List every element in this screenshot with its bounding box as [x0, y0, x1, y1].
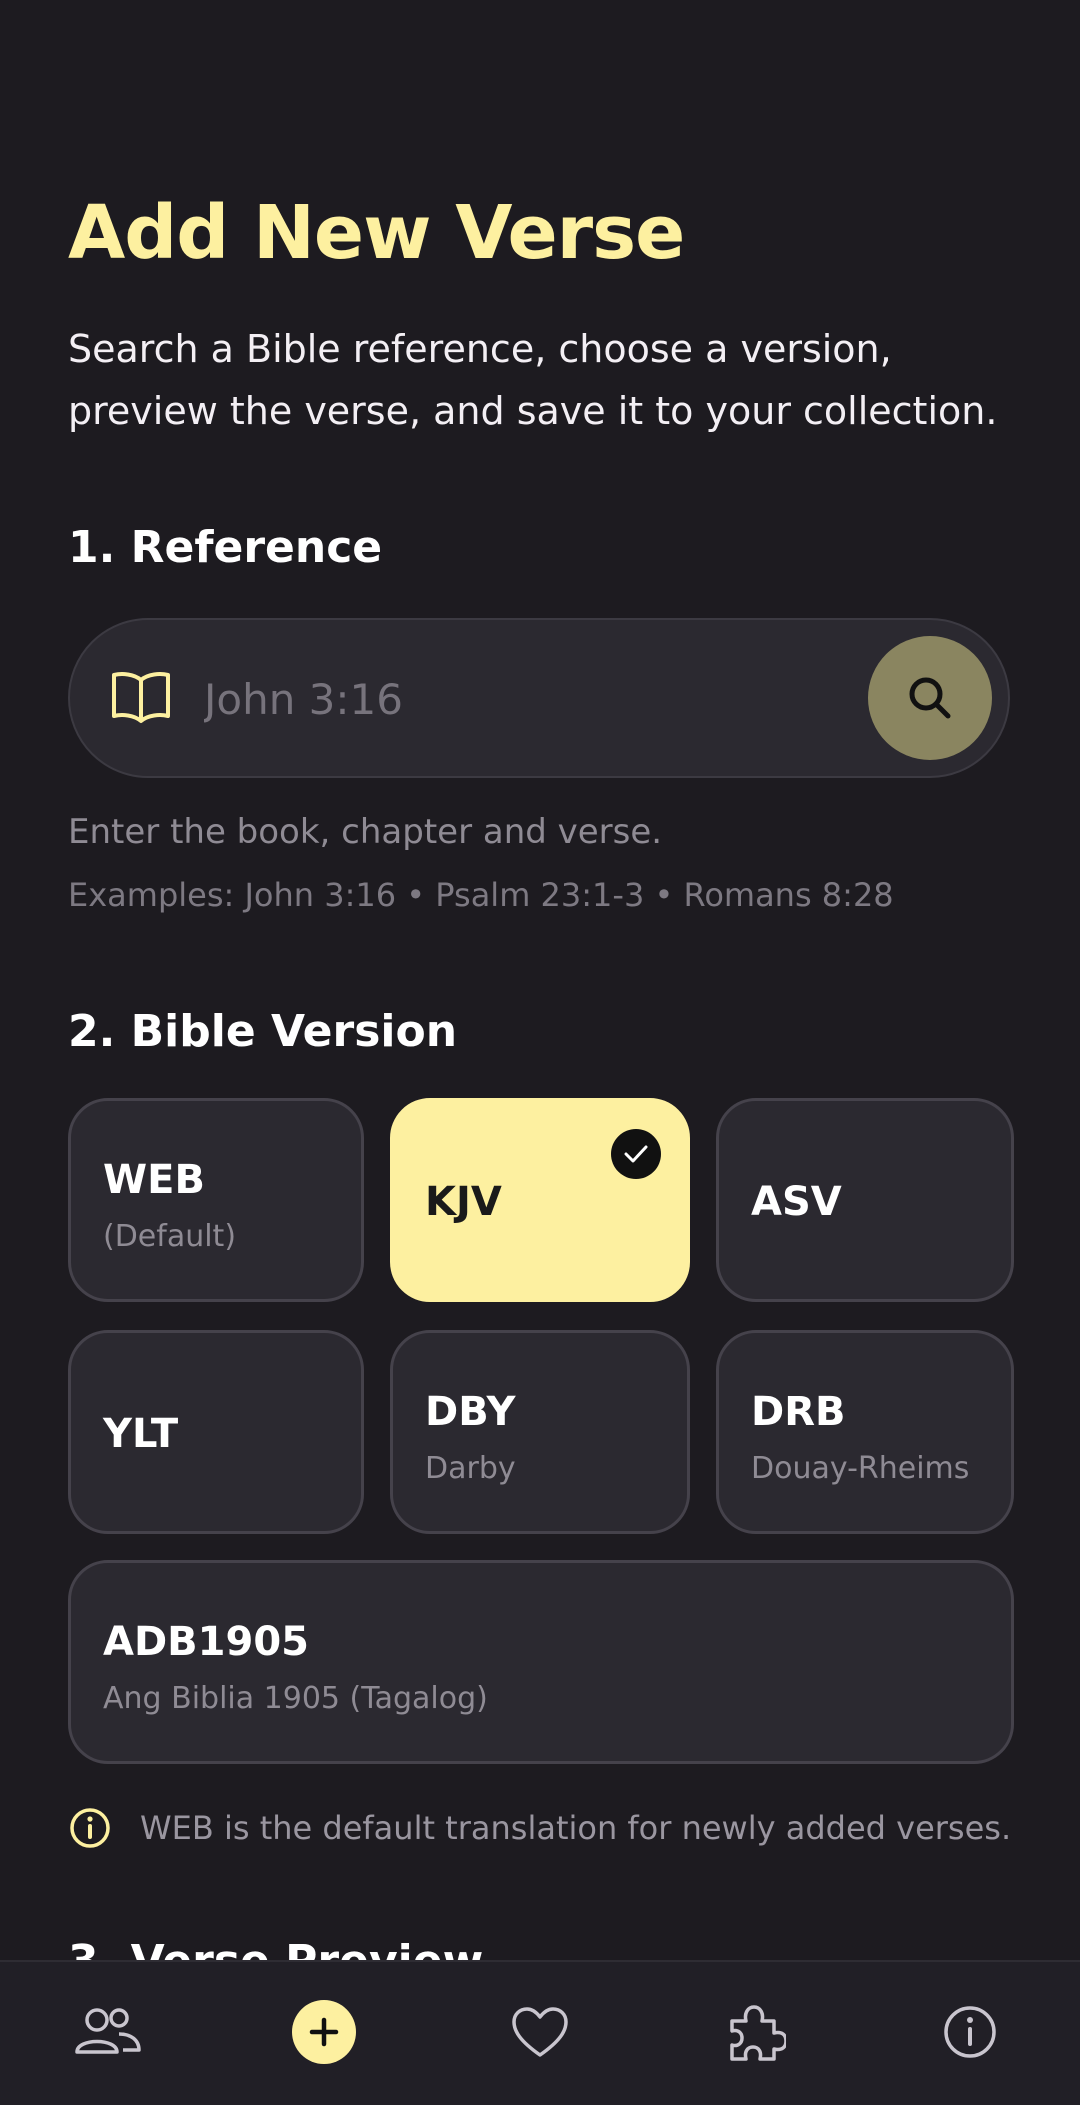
nav-people[interactable]	[68, 1992, 148, 2072]
info-icon	[70, 1808, 110, 1848]
default-version-note: WEB is the default translation for newly…	[68, 1806, 1011, 1850]
reference-input[interactable]	[202, 660, 806, 738]
version-code: DBY	[425, 1389, 516, 1435]
version-heading: 2. Bible Version	[68, 1006, 458, 1057]
version-option-drb[interactable]: DRB Douay-Rheims	[716, 1330, 1014, 1534]
search-icon	[909, 677, 951, 719]
version-code: ADB1905	[103, 1619, 309, 1665]
reference-examples-text: Examples: John 3:16 • Psalm 23:1-3 • Rom…	[68, 876, 894, 914]
search-button[interactable]	[868, 636, 992, 760]
version-option-ylt[interactable]: YLT	[68, 1330, 364, 1534]
version-option-dby[interactable]: DBY Darby	[390, 1330, 690, 1534]
reference-heading: 1. Reference	[68, 522, 383, 573]
people-icon	[75, 2008, 141, 2054]
version-description: Douay-Rheims	[751, 1451, 970, 1486]
puzzle-icon	[730, 2005, 786, 2061]
nav-favorites[interactable]	[500, 1992, 580, 2072]
version-description: Darby	[425, 1451, 516, 1486]
add-icon	[309, 2017, 339, 2047]
nav-info[interactable]	[930, 1992, 1010, 2072]
check-icon	[611, 1129, 661, 1179]
version-description: Ang Biblia 1905 (Tagalog)	[103, 1681, 488, 1716]
book-icon	[112, 672, 170, 723]
version-option-adb1905[interactable]: ADB1905 Ang Biblia 1905 (Tagalog)	[68, 1560, 1014, 1764]
version-option-kjv[interactable]: KJV	[390, 1098, 690, 1302]
add-verse-screen: Add New Verse Search a Bible reference, …	[0, 0, 1080, 2105]
info-icon	[944, 2006, 996, 2058]
version-option-asv[interactable]: ASV	[716, 1098, 1014, 1302]
version-code: ASV	[751, 1179, 842, 1225]
reference-helper-text: Enter the book, chapter and verse.	[68, 812, 663, 852]
heart-icon	[512, 2007, 568, 2057]
page-subtitle: Search a Bible reference, choose a versi…	[68, 327, 998, 433]
nav-extensions[interactable]	[715, 1992, 795, 2072]
default-version-note-text: WEB is the default translation for newly…	[140, 1809, 1012, 1847]
version-code: DRB	[751, 1389, 846, 1435]
page-title: Add New Verse	[68, 190, 685, 276]
nav-add[interactable]	[292, 2000, 356, 2064]
bottom-navigation	[0, 1960, 1080, 2105]
version-code: YLT	[103, 1411, 179, 1457]
version-code: WEB	[103, 1157, 205, 1203]
reference-search-box	[68, 618, 1010, 778]
version-description: (Default)	[103, 1219, 237, 1254]
version-code: KJV	[425, 1179, 502, 1225]
version-option-web[interactable]: WEB (Default)	[68, 1098, 364, 1302]
